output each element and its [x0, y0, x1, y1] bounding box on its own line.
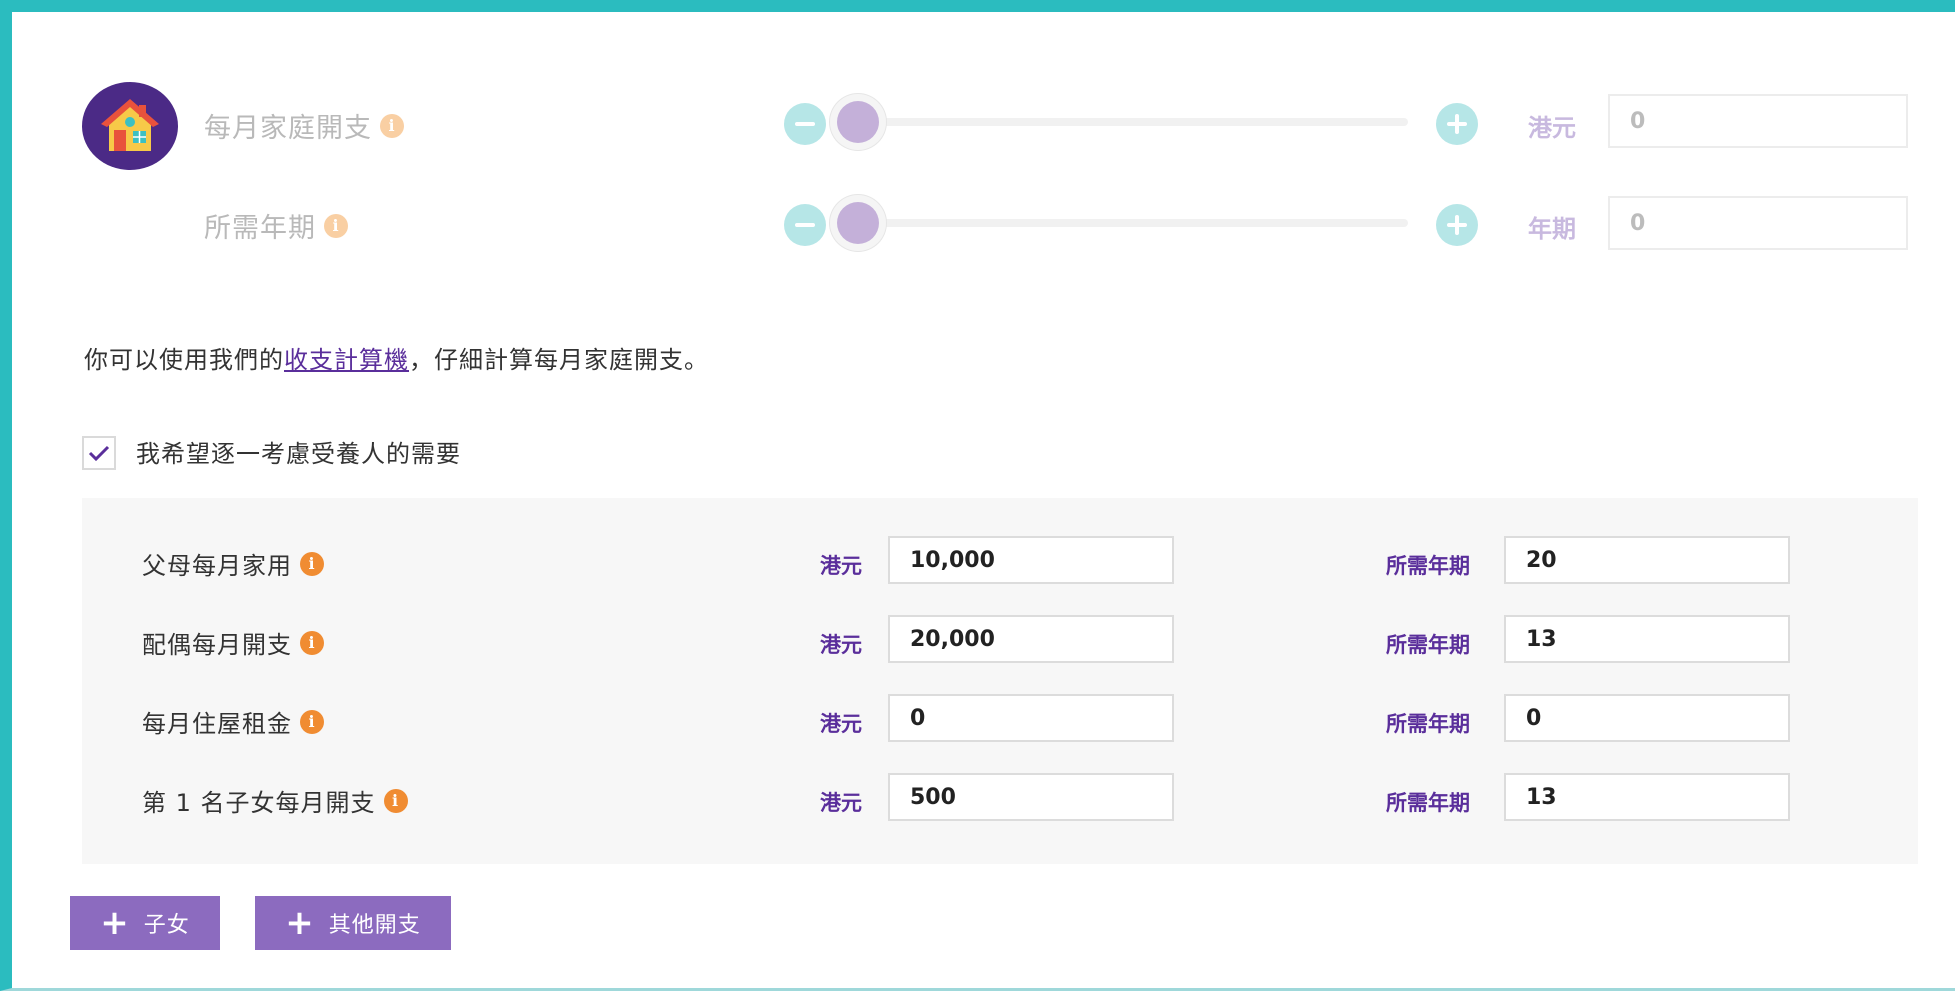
- duration-increase-button[interactable]: [1436, 204, 1478, 246]
- duration-label: 所需年期 i: [204, 206, 348, 245]
- parents-currency-unit: 港元: [820, 554, 862, 578]
- house-icon: [101, 99, 159, 151]
- add-other-expense-button[interactable]: + 其他開支: [255, 896, 451, 950]
- info-icon[interactable]: i: [300, 551, 324, 576]
- calculator-card: 每月家庭開支 i 港元 0 所需年期 i 年期 0 你可以使用我們的收支計算機，…: [0, 0, 1955, 991]
- spouse-expense-label: 配偶每月開支 i: [142, 625, 324, 660]
- checkmark-icon: [88, 445, 110, 462]
- plus-icon: +: [100, 903, 130, 943]
- parents-years-input[interactable]: 20: [1504, 536, 1790, 584]
- monthly-expense-unit: 港元: [1528, 114, 1576, 142]
- minus-icon: [795, 122, 815, 126]
- info-icon[interactable]: i: [300, 709, 324, 734]
- rent-years-label: 所需年期: [1386, 712, 1470, 736]
- monthly-expense-slider-track[interactable]: [854, 118, 1408, 126]
- monthly-expense-decrease-button[interactable]: [784, 103, 826, 145]
- parents-expense-label: 父母每月家用 i: [142, 546, 324, 581]
- info-icon[interactable]: i: [383, 788, 408, 813]
- spouse-years-input[interactable]: 13: [1504, 615, 1790, 663]
- rent-years-input[interactable]: 0: [1504, 694, 1790, 742]
- dependents-checkbox-label: 我希望逐一考慮受養人的需要: [136, 440, 461, 468]
- parents-years-label: 所需年期: [1386, 554, 1470, 578]
- rent-expense-label: 每月住屋租金 i: [142, 704, 324, 739]
- duration-slider-track[interactable]: [854, 219, 1408, 227]
- minus-icon: [795, 223, 815, 227]
- budget-calculator-link[interactable]: 收支計算機: [284, 346, 409, 374]
- dependents-checkbox[interactable]: [82, 436, 116, 470]
- child-1-years-label: 所需年期: [1386, 791, 1470, 815]
- spouse-years-label: 所需年期: [1386, 633, 1470, 657]
- monthly-expense-input[interactable]: 0: [1608, 94, 1908, 148]
- house-avatar: [82, 82, 178, 170]
- calculator-note: 你可以使用我們的收支計算機，仔細計算每月家庭開支。: [84, 346, 709, 374]
- child-1-years-input[interactable]: 13: [1504, 773, 1790, 821]
- child-1-expense-label: 第 1 名子女每月開支 i: [142, 783, 408, 818]
- spouse-currency-unit: 港元: [820, 633, 862, 657]
- monthly-expense-label: 每月家庭開支 i: [204, 106, 404, 145]
- monthly-expense-increase-button[interactable]: [1436, 103, 1478, 145]
- spouse-amount-input[interactable]: 20,000: [888, 615, 1174, 663]
- plus-icon: +: [285, 903, 315, 943]
- monthly-expense-slider-handle[interactable]: [830, 94, 886, 150]
- child-1-amount-input[interactable]: 500: [888, 773, 1174, 821]
- info-icon[interactable]: i: [324, 213, 348, 238]
- duration-decrease-button[interactable]: [784, 204, 826, 246]
- duration-unit: 年期: [1528, 215, 1576, 243]
- add-child-button[interactable]: + 子女: [70, 896, 220, 950]
- duration-input[interactable]: 0: [1608, 196, 1908, 250]
- duration-slider-handle[interactable]: [830, 195, 886, 251]
- parents-amount-input[interactable]: 10,000: [888, 536, 1174, 584]
- rent-amount-input[interactable]: 0: [888, 694, 1174, 742]
- rent-currency-unit: 港元: [820, 712, 862, 736]
- child-1-currency-unit: 港元: [820, 791, 862, 815]
- info-icon[interactable]: i: [300, 630, 324, 655]
- info-icon[interactable]: i: [380, 113, 404, 138]
